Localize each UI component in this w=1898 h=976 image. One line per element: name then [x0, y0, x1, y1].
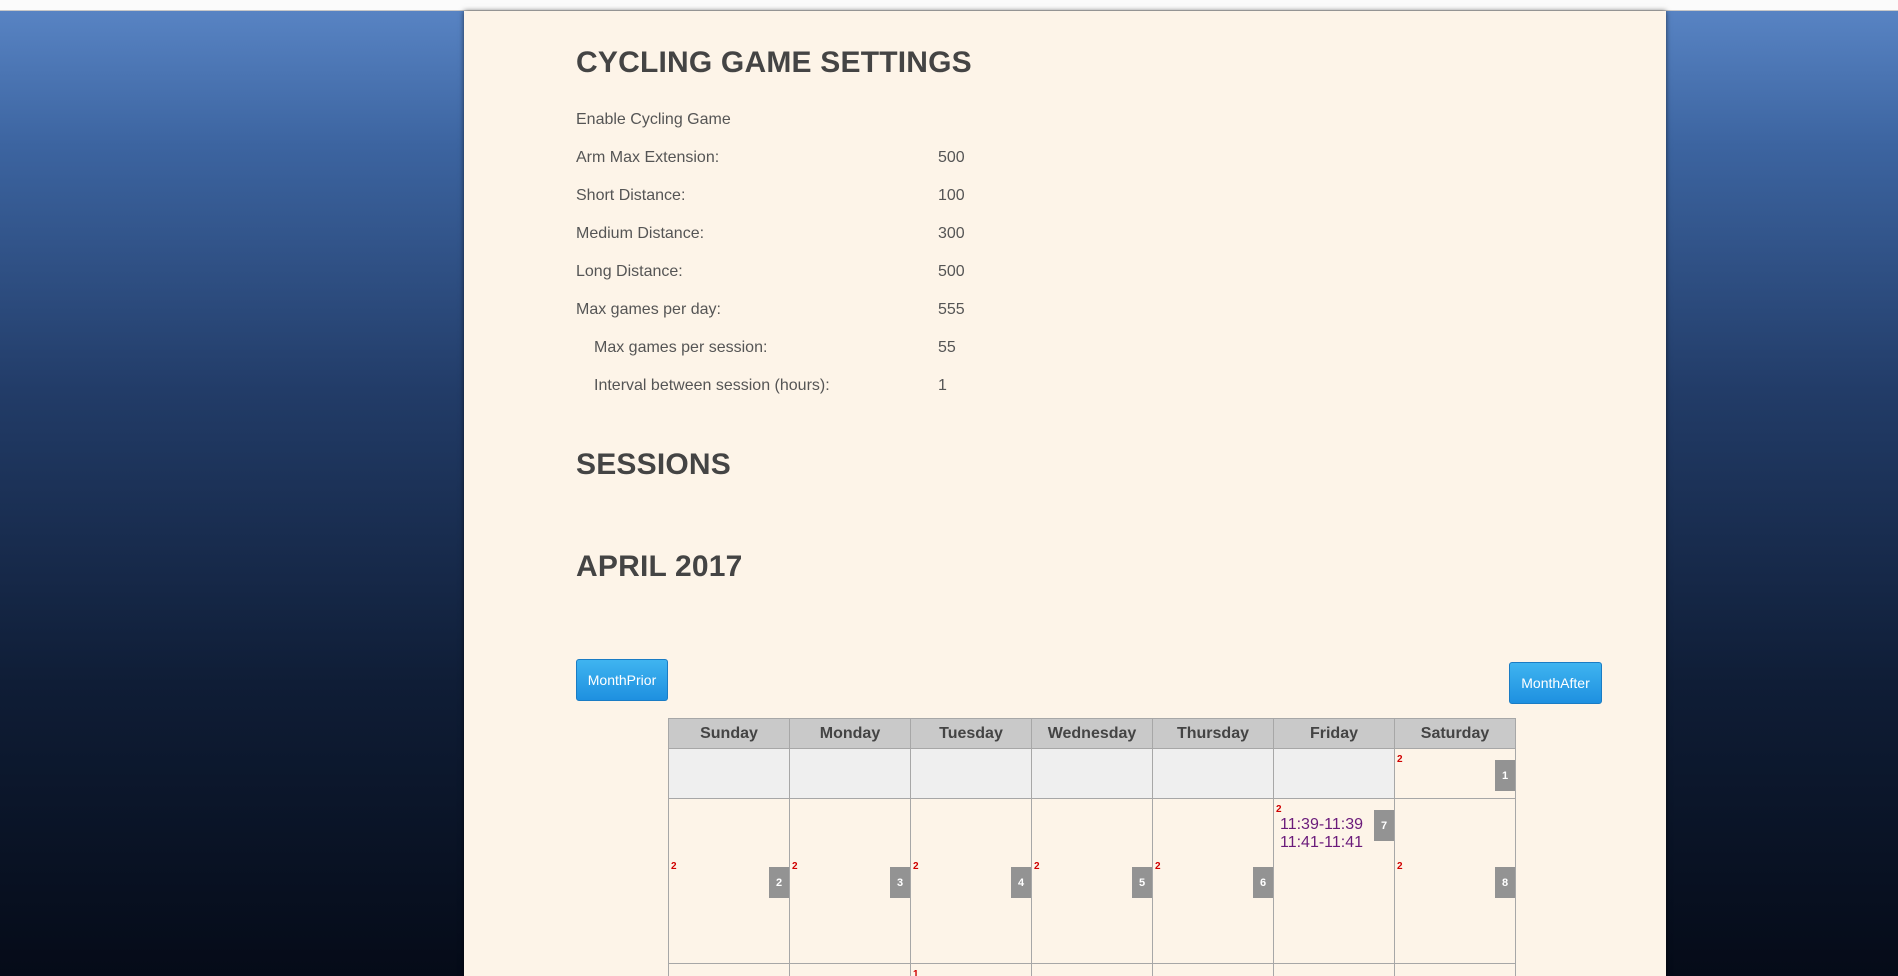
calendar-day-cell[interactable]: 2 2 [668, 798, 790, 964]
session-count: 2 [1276, 804, 1282, 815]
calendar-empty-cell [1152, 748, 1274, 799]
settings-heading: CYCLING GAME SETTINGS [576, 46, 972, 79]
setting-row-arm-max-extension: Arm Max Extension: 500 [576, 149, 1076, 173]
calendar-day-cell[interactable]: 1 [910, 963, 1032, 976]
sessions-heading: SESSIONS [576, 448, 731, 481]
calendar-day-cell[interactable] [789, 963, 911, 976]
setting-label: Long Distance: [576, 263, 683, 280]
session-count: 2 [671, 861, 677, 872]
setting-value: 300 [938, 225, 965, 242]
content-inner: CYCLING GAME SETTINGS Enable Cycling Gam… [576, 11, 1666, 976]
session-count: 1 [913, 969, 919, 976]
weekday-header: Thursday [1152, 718, 1274, 749]
session-count: 2 [1397, 754, 1403, 765]
session-time-entry[interactable]: 11:41-11:41 [1280, 834, 1363, 852]
enable-cycling-game-row[interactable]: Enable Cycling Game [576, 111, 1076, 135]
setting-label: Interval between session (hours): [594, 377, 830, 394]
day-number: 4 [1011, 867, 1031, 898]
enable-cycling-game-label[interactable]: Enable Cycling Game [576, 111, 731, 129]
day-number: 5 [1132, 867, 1152, 898]
weekday-header: Friday [1273, 718, 1395, 749]
session-time-entry[interactable]: 11:39-11:39 [1280, 816, 1363, 834]
setting-row-medium-distance: Medium Distance: 300 [576, 225, 1076, 249]
setting-value: 1 [938, 377, 947, 394]
calendar-day-cell[interactable]: 2 11:39-11:39 11:41-11:41 7 [1273, 798, 1395, 964]
month-prior-button[interactable]: MonthPrior [576, 659, 668, 701]
session-list: 11:39-11:39 11:41-11:41 [1280, 816, 1363, 852]
weekday-header: Tuesday [910, 718, 1032, 749]
calendar-day-cell[interactable]: 2 5 [1031, 798, 1153, 964]
setting-row-long-distance: Long Distance: 500 [576, 263, 1076, 287]
calendar-empty-cell [1031, 748, 1153, 799]
session-count: 2 [792, 861, 798, 872]
calendar-empty-cell [1273, 748, 1395, 799]
setting-value: 500 [938, 149, 965, 166]
weekday-header: Saturday [1394, 718, 1516, 749]
day-number: 7 [1374, 810, 1394, 841]
calendar-day-cell[interactable]: 2 6 [1152, 798, 1274, 964]
setting-label: Max games per session: [594, 339, 768, 356]
setting-row-max-games-per-day: Max games per day: 555 [576, 301, 1076, 325]
calendar-empty-cell [789, 748, 911, 799]
calendar-header-row: Sunday Monday Tuesday Wednesday Thursday… [668, 718, 1516, 749]
setting-label: Short Distance: [576, 187, 686, 204]
weekday-header: Monday [789, 718, 911, 749]
setting-row-interval-between-session: Interval between session (hours): 1 [576, 377, 1076, 401]
month-title: APRIL 2017 [576, 550, 743, 583]
calendar-empty-cell [910, 748, 1032, 799]
day-number: 2 [769, 867, 789, 898]
calendar-day-cell[interactable]: 2 1 [1394, 748, 1516, 799]
calendar-day-cell[interactable] [1394, 963, 1516, 976]
setting-label: Max games per day: [576, 301, 721, 318]
setting-value: 100 [938, 187, 965, 204]
day-number: 1 [1495, 760, 1515, 791]
session-count: 2 [913, 861, 919, 872]
calendar-day-cell[interactable] [1152, 963, 1274, 976]
setting-value: 500 [938, 263, 965, 280]
day-number: 6 [1253, 867, 1273, 898]
setting-value: 55 [938, 339, 956, 356]
browser-top-strip [0, 0, 1898, 11]
weekday-header: Sunday [668, 718, 790, 749]
day-number: 8 [1495, 867, 1515, 898]
session-count: 2 [1155, 861, 1161, 872]
content-panel: CYCLING GAME SETTINGS Enable Cycling Gam… [464, 11, 1666, 976]
calendar-table: Sunday Monday Tuesday Wednesday Thursday… [668, 718, 1516, 976]
setting-label: Medium Distance: [576, 225, 705, 242]
session-count: 2 [1034, 861, 1040, 872]
calendar-week-row: 2 2 2 3 2 4 2 5 2 6 2 11:39-11:39 11:41-… [668, 798, 1516, 964]
day-number: 3 [890, 867, 910, 898]
calendar-day-cell[interactable]: 2 3 [789, 798, 911, 964]
setting-label: Arm Max Extension: [576, 149, 720, 166]
calendar-day-cell[interactable] [1273, 963, 1395, 976]
month-after-button[interactable]: MonthAfter [1509, 662, 1602, 704]
setting-row-max-games-per-session: Max games per session: 55 [576, 339, 1076, 363]
calendar-week-row: 1 [668, 963, 1516, 976]
session-count: 2 [1397, 861, 1403, 872]
calendar-day-cell[interactable]: 2 4 [910, 798, 1032, 964]
weekday-header: Wednesday [1031, 718, 1153, 749]
setting-row-short-distance: Short Distance: 100 [576, 187, 1076, 211]
calendar-week-row: 2 1 [668, 748, 1516, 799]
calendar-day-cell[interactable] [668, 963, 790, 976]
calendar-day-cell[interactable] [1031, 963, 1153, 976]
setting-value: 555 [938, 301, 965, 318]
calendar-day-cell[interactable]: 2 8 [1394, 798, 1516, 964]
calendar-empty-cell [668, 748, 790, 799]
